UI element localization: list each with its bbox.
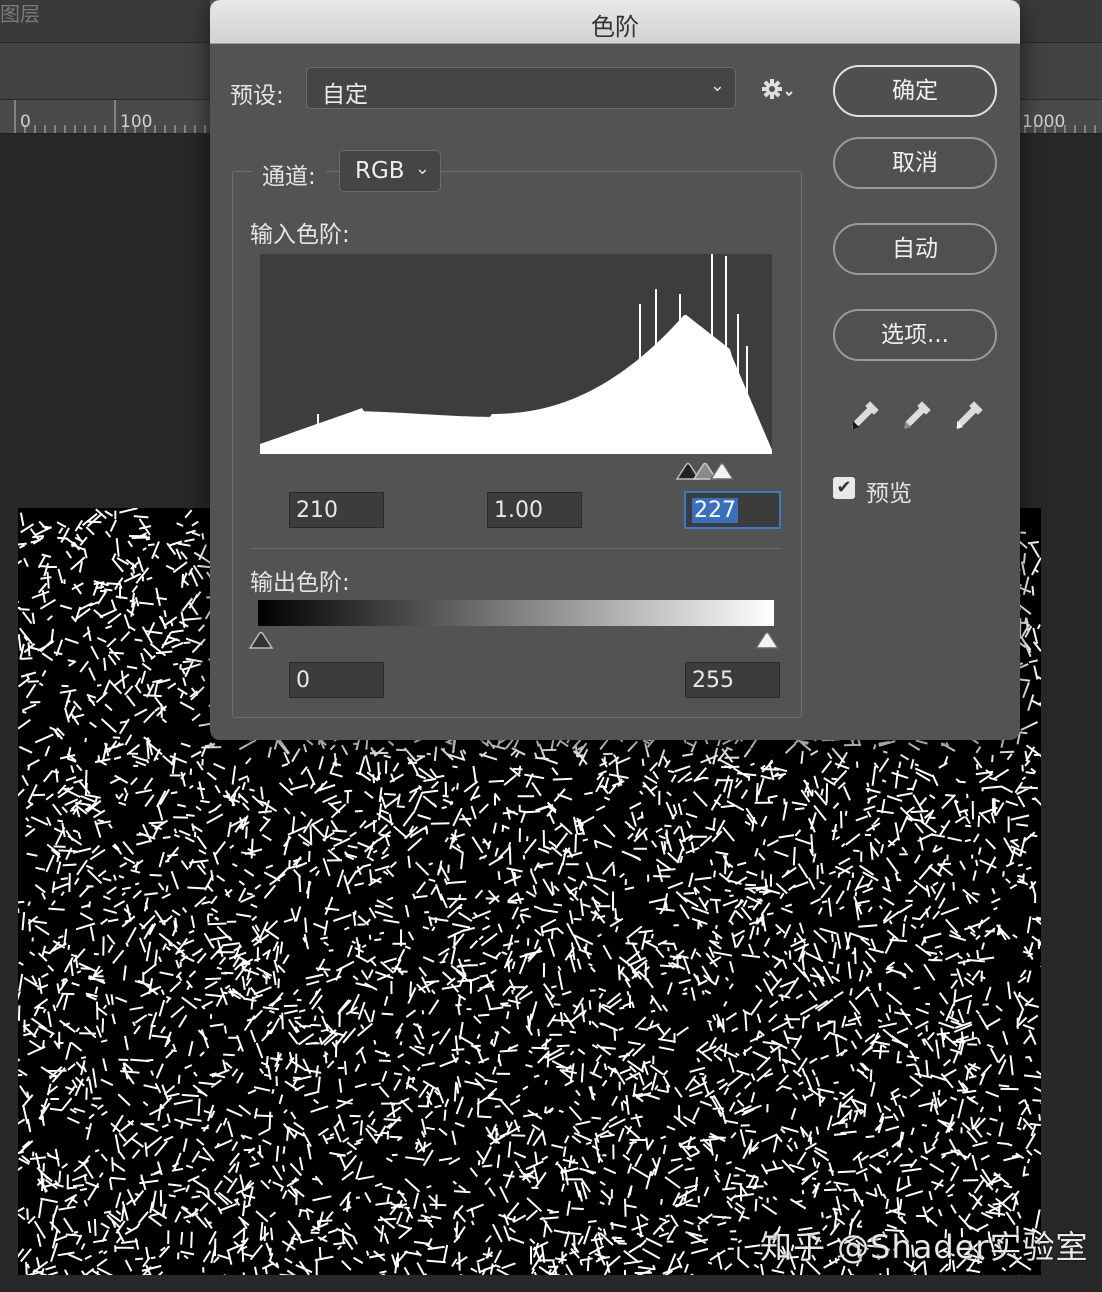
dialog-title: 色阶 xyxy=(591,13,639,41)
input-black-value: 210 xyxy=(296,498,338,523)
output-slider-track[interactable] xyxy=(248,626,788,650)
dialog-titlebar[interactable]: 色阶 xyxy=(210,0,1020,44)
input-gamma-value: 1.00 xyxy=(494,498,543,523)
auto-button[interactable]: 自动 xyxy=(833,223,997,275)
layers-panel-label: 图层 xyxy=(0,2,40,26)
output-gradient-bar xyxy=(258,600,774,626)
output-white-field[interactable]: 255 xyxy=(685,662,780,698)
section-divider xyxy=(250,548,782,549)
ok-button[interactable]: 确定 xyxy=(833,65,997,117)
output-white-slider xyxy=(754,631,780,649)
levels-dialog: 色阶 预设: 自定 ⌄ 通道: RGB ⌄ 输入色阶: 210 1.00 227… xyxy=(210,0,1020,740)
output-white-value: 255 xyxy=(692,668,734,693)
input-black-field[interactable]: 210 xyxy=(289,492,384,528)
preview-checkbox[interactable]: ✔ xyxy=(833,477,855,499)
output-black-slider xyxy=(248,631,274,649)
output-black-value: 0 xyxy=(296,668,310,693)
gear-icon[interactable] xyxy=(760,74,800,104)
watermark: 知乎 @Shader实验室 xyxy=(760,1228,1089,1266)
cancel-button[interactable]: 取消 xyxy=(833,137,997,189)
channel-value: RGB xyxy=(355,158,405,184)
white-point-eyedropper-icon[interactable] xyxy=(950,398,986,434)
input-slider-track[interactable] xyxy=(260,458,772,480)
ruler-label-100: 100 xyxy=(120,112,153,132)
chevron-down-icon: ⌄ xyxy=(414,158,430,179)
ruler-label-1000: 1000 xyxy=(1022,112,1066,132)
histogram xyxy=(260,254,772,454)
input-white-value: 227 xyxy=(692,498,738,523)
input-white-field[interactable]: 227 xyxy=(684,491,781,529)
channel-label: 通道: xyxy=(252,157,326,191)
input-white-slider xyxy=(709,462,735,480)
output-levels-label: 输出色阶: xyxy=(250,570,350,596)
histogram-fill xyxy=(260,314,772,454)
gray-point-eyedropper-icon[interactable] xyxy=(898,398,934,434)
preset-label: 预设: xyxy=(230,83,284,109)
preview-label: 预览 xyxy=(866,481,912,507)
ruler-label-0: 0 xyxy=(20,112,31,132)
output-black-field[interactable]: 0 xyxy=(289,662,384,698)
preset-value: 自定 xyxy=(322,82,368,108)
chevron-down-icon: ⌄ xyxy=(709,75,725,96)
input-levels-label: 输入色阶: xyxy=(250,222,350,248)
preset-select[interactable]: 自定 ⌄ xyxy=(306,67,736,109)
options-button[interactable]: 选项... xyxy=(833,309,997,361)
channel-select[interactable]: RGB ⌄ xyxy=(339,150,441,192)
black-point-eyedropper-icon[interactable] xyxy=(846,398,882,434)
input-gamma-field[interactable]: 1.00 xyxy=(487,492,582,528)
